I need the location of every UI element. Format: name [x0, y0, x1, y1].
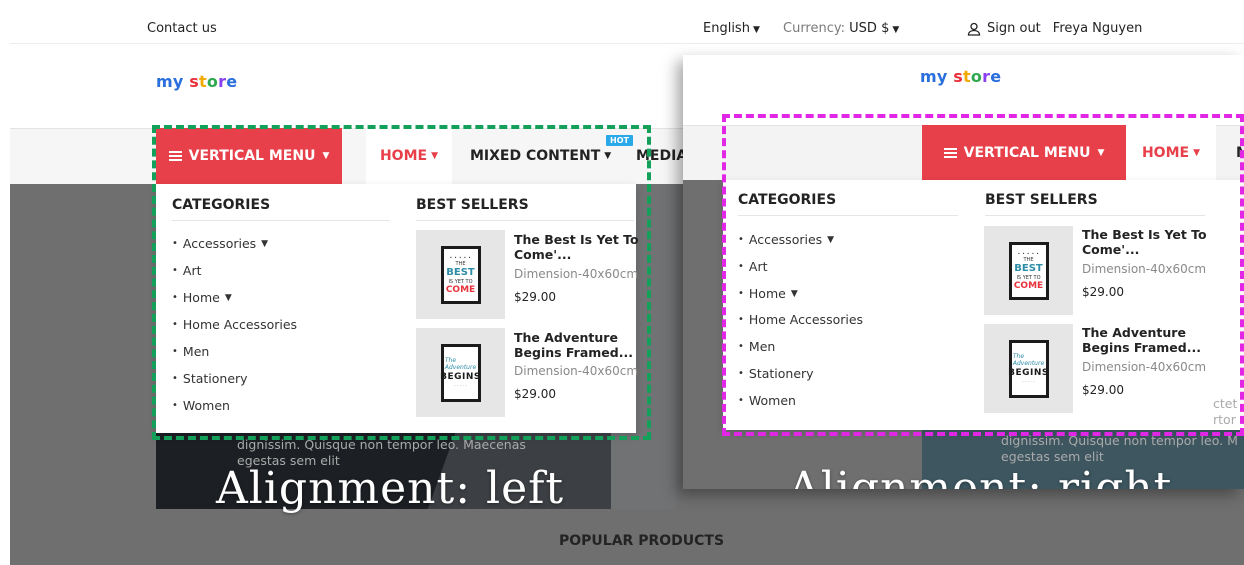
section-title: POPULAR PRODUCTS	[559, 533, 725, 549]
caption-left: Alignment: left	[216, 463, 565, 514]
store-logo[interactable]: my store	[156, 72, 237, 91]
caption-right: Alignment: right	[788, 463, 1173, 489]
store-logo[interactable]: my store	[920, 67, 1001, 86]
signout-link[interactable]: Sign out	[987, 21, 1041, 36]
language-selector[interactable]: English ▼	[703, 21, 760, 36]
username-link[interactable]: Freya Nguyen	[1053, 21, 1143, 36]
contact-us-link[interactable]: Contact us	[147, 21, 217, 36]
highlight-left-outline	[152, 125, 651, 440]
chevron-down-icon: ▼	[892, 25, 900, 35]
signout-area[interactable]: Sign out Freya Nguyen	[967, 21, 1142, 36]
currency-label: Currency:	[783, 21, 846, 36]
highlight-right-outline	[722, 114, 1244, 436]
chevron-down-icon: ▼	[752, 25, 760, 35]
user-icon	[967, 22, 981, 36]
language-label: English	[703, 21, 750, 36]
currency-value: USD $	[849, 21, 890, 36]
currency-selector[interactable]: Currency: USD $ ▼	[783, 21, 899, 36]
hero-text: dignissim. Quisque non tempor leo. Meges…	[1001, 433, 1238, 464]
